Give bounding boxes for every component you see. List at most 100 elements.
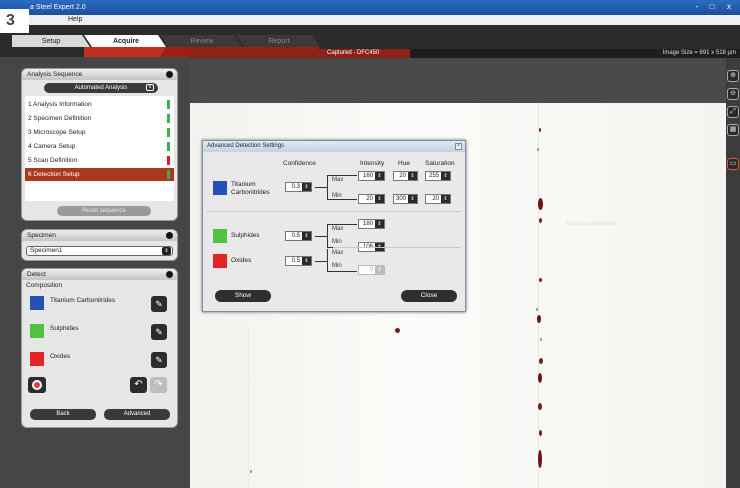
intensity-min-input[interactable]: 20 ⇕ <box>358 194 385 204</box>
stepper-icon[interactable]: ⇕ <box>302 232 311 240</box>
tab-acquire[interactable]: Acquire <box>90 37 162 47</box>
composition-item[interactable]: Oxides ✎ <box>25 349 174 371</box>
stepper-icon[interactable]: ⇕ <box>441 195 450 203</box>
collapse-icon[interactable] <box>166 232 173 239</box>
hue-max-input[interactable]: 20 ⇕ <box>393 171 418 181</box>
color-swatch <box>213 181 227 195</box>
show-button[interactable]: Show <box>215 290 271 302</box>
value: 255 <box>428 173 439 179</box>
advanced-button[interactable]: Advanced <box>104 409 170 420</box>
sequence-item-label: 1 Analysis Information <box>28 101 92 108</box>
value: 20 <box>399 173 406 179</box>
inclusion-speck <box>539 358 543 364</box>
viewer-top-dark <box>190 58 726 103</box>
stepper-icon[interactable]: ⇕ <box>375 195 384 203</box>
sequence-item-label: 3 Microscope Setup <box>28 129 86 136</box>
image-size-label: Image Size = 691 x 518 µm <box>662 50 736 56</box>
inclusion-speck <box>539 128 541 132</box>
confidence-input[interactable]: 0.3 ⇕ <box>285 182 312 192</box>
window-title: a Steel Expert 2.0 <box>30 4 86 11</box>
tab-review[interactable]: Review <box>166 37 238 47</box>
sequence-item-label: 2 Specimen Definition <box>28 115 92 122</box>
redo-button[interactable]: ↷ <box>150 377 167 393</box>
min-label: Min <box>332 263 342 269</box>
value: 20 <box>432 196 439 202</box>
captured-label: Captured - DFC450 <box>327 50 380 56</box>
collapse-icon[interactable] <box>166 71 173 78</box>
maximize-button[interactable]: □ <box>705 2 719 12</box>
sequence-item[interactable]: 5 Scan Definition <box>25 154 174 167</box>
status-indicator <box>167 128 170 137</box>
connector <box>327 271 357 272</box>
stepper-icon[interactable]: ⇕ <box>375 266 384 274</box>
sequence-list: 1 Analysis Information 2 Specimen Defini… <box>25 96 174 201</box>
collapse-icon[interactable] <box>166 271 173 278</box>
pipette-icon[interactable]: ✎ <box>151 296 167 312</box>
stepper-icon[interactable]: ⇕ <box>375 220 384 228</box>
stepper-icon[interactable]: ⇕ <box>408 195 417 203</box>
record-button[interactable] <box>28 377 46 393</box>
sequence-item[interactable]: 1 Analysis Information <box>25 98 174 111</box>
reset-sequence-button[interactable]: Reset sequence <box>57 206 151 216</box>
value: 300 <box>395 196 406 202</box>
saturation-max-input[interactable]: 255 ⇕ <box>425 171 451 181</box>
status-indicator <box>167 170 170 179</box>
specimen-select[interactable]: Specimen1 ⇕ <box>26 246 173 256</box>
composition-label: Titanium Carbonitrides <box>50 297 116 304</box>
intensity-min-input[interactable]: 0 ⇕ <box>358 265 385 275</box>
intensity-max-input[interactable]: 180 ⇕ <box>358 219 385 229</box>
specimen-value: Specimen1 <box>30 247 63 254</box>
status-indicator <box>167 100 170 109</box>
back-button[interactable]: Back <box>30 409 96 420</box>
stepper-icon[interactable]: ⇕ <box>408 172 417 180</box>
stepper-icon[interactable]: ⇕ <box>302 257 311 265</box>
sequence-item[interactable]: 2 Specimen Definition <box>25 112 174 125</box>
stepper-icon[interactable]: ⇕ <box>302 183 311 191</box>
zoom-in-icon[interactable]: ⊕ <box>727 70 739 82</box>
fit-icon[interactable]: ⤢ <box>727 106 739 118</box>
confidence-input[interactable]: 0.5 ⇕ <box>285 256 312 266</box>
inclusion-speck <box>537 148 539 151</box>
stepper-icon[interactable]: ⇕ <box>375 172 384 180</box>
measure-icon[interactable]: ▭ <box>727 158 739 170</box>
confidence-value: 0.5 <box>291 233 300 239</box>
specimen-header: Specimen <box>22 230 177 241</box>
close-icon[interactable]: × <box>455 143 462 150</box>
pipette-icon[interactable]: ✎ <box>151 324 167 340</box>
tab-report[interactable]: Report <box>242 37 316 47</box>
row-label-line1: Titanium <box>231 181 256 188</box>
specimen-box: Specimen Specimen1 ⇕ <box>21 229 178 261</box>
undo-button[interactable]: ↶ <box>130 377 147 393</box>
analysis-sequence-title: Analysis Sequence <box>27 71 83 78</box>
close-button[interactable]: Close <box>401 290 457 302</box>
stepper-icon[interactable]: ⇕ <box>441 172 450 180</box>
composition-item[interactable]: Titanium Carbonitrides ✎ <box>25 293 174 315</box>
grid-icon[interactable]: ▦ <box>727 124 739 136</box>
saturation-min-input[interactable]: 20 ⇕ <box>425 194 451 204</box>
connector <box>315 261 327 262</box>
menu-help[interactable]: Help <box>68 16 82 23</box>
hue-min-input[interactable]: 300 ⇕ <box>393 194 418 204</box>
sequence-item[interactable]: 4 Camera Setup <box>25 140 174 153</box>
info-bar: Captured - DFC450 Image Size = 691 x 518… <box>190 49 740 58</box>
figure-number: 3 <box>0 9 29 33</box>
color-swatch <box>213 229 227 243</box>
confidence-input[interactable]: 0.5 ⇕ <box>285 231 312 241</box>
detect-header: Detect <box>22 269 177 280</box>
connector <box>327 175 328 199</box>
color-swatch <box>30 352 44 366</box>
close-window-button[interactable]: x <box>722 2 736 12</box>
detect-title: Detect <box>27 271 46 278</box>
minimize-button[interactable]: - <box>690 2 704 12</box>
record-icon <box>32 380 42 390</box>
analysis-mode-select[interactable]: Automated Analysis ⇕ <box>44 83 158 93</box>
intensity-max-input[interactable]: 160 ⇕ <box>358 171 385 181</box>
row-label: Sulphides <box>231 232 260 239</box>
tab-setup[interactable]: Setup <box>14 37 88 47</box>
sequence-item-selected[interactable]: 6 Detection Setup <box>25 168 174 181</box>
zoom-out-icon[interactable]: ⊖ <box>727 88 739 100</box>
pipette-icon[interactable]: ✎ <box>151 352 167 368</box>
connector <box>327 224 328 247</box>
composition-item[interactable]: Sulphides ✎ <box>25 321 174 343</box>
sequence-item[interactable]: 3 Microscope Setup <box>25 126 174 139</box>
